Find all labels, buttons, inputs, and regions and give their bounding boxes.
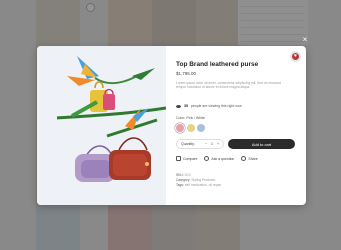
quantity-label: Quantity:	[181, 142, 196, 146]
viewers-notice: 35 people are viewing this right now	[176, 104, 242, 108]
viewers-count: 35	[184, 104, 188, 108]
color-swatches	[176, 124, 205, 132]
product-image	[37, 46, 166, 205]
share-icon	[241, 156, 247, 161]
product-meta: SKU: D10 Category: Styling Products Tags…	[176, 173, 221, 189]
eye-icon	[176, 104, 181, 108]
quantity-increase-button[interactable]: +	[217, 142, 219, 146]
category-link[interactable]: Styling Products	[191, 178, 215, 182]
swatch-pink[interactable]	[176, 124, 184, 132]
close-icon[interactable]: ×	[301, 36, 309, 44]
wishlist-button[interactable]: ♥	[290, 51, 301, 62]
tags-link[interactable]: self medication, oil repair	[185, 183, 221, 187]
question-icon	[204, 156, 210, 161]
swatch-yellow[interactable]	[186, 124, 195, 132]
color-label: Color: Pink / White	[176, 116, 206, 120]
share-button[interactable]: Share	[241, 156, 258, 161]
heart-icon: ♥	[292, 53, 299, 60]
product-title: Top Brand leathered purse	[176, 61, 259, 68]
quick-view-modal: ♥ Top Brand leathered purse $1,795.00 Lo…	[37, 46, 306, 205]
viewers-text: people are viewing this right now	[190, 104, 242, 108]
product-actions: Compare Ask a question Share	[176, 156, 258, 161]
quantity-decrease-button[interactable]: −	[205, 142, 207, 146]
tags-row: Tags: self medication, oil repair	[176, 183, 222, 188]
quantity-value[interactable]: 1	[211, 142, 213, 146]
compare-button[interactable]: Compare	[176, 156, 197, 161]
product-description: Lorem ipsum dolor sit amet, consectetur …	[176, 81, 282, 90]
swatch-blue[interactable]	[197, 124, 205, 132]
product-price: $1,795.00	[176, 71, 197, 76]
compare-icon	[176, 156, 181, 161]
selected-color: Pink / White	[186, 116, 206, 120]
add-to-cart-button[interactable]: Add to cart	[228, 139, 295, 149]
ask-question-button[interactable]: Ask a question	[204, 156, 234, 161]
quantity-stepper: Quantity: − 1 +	[176, 139, 224, 149]
